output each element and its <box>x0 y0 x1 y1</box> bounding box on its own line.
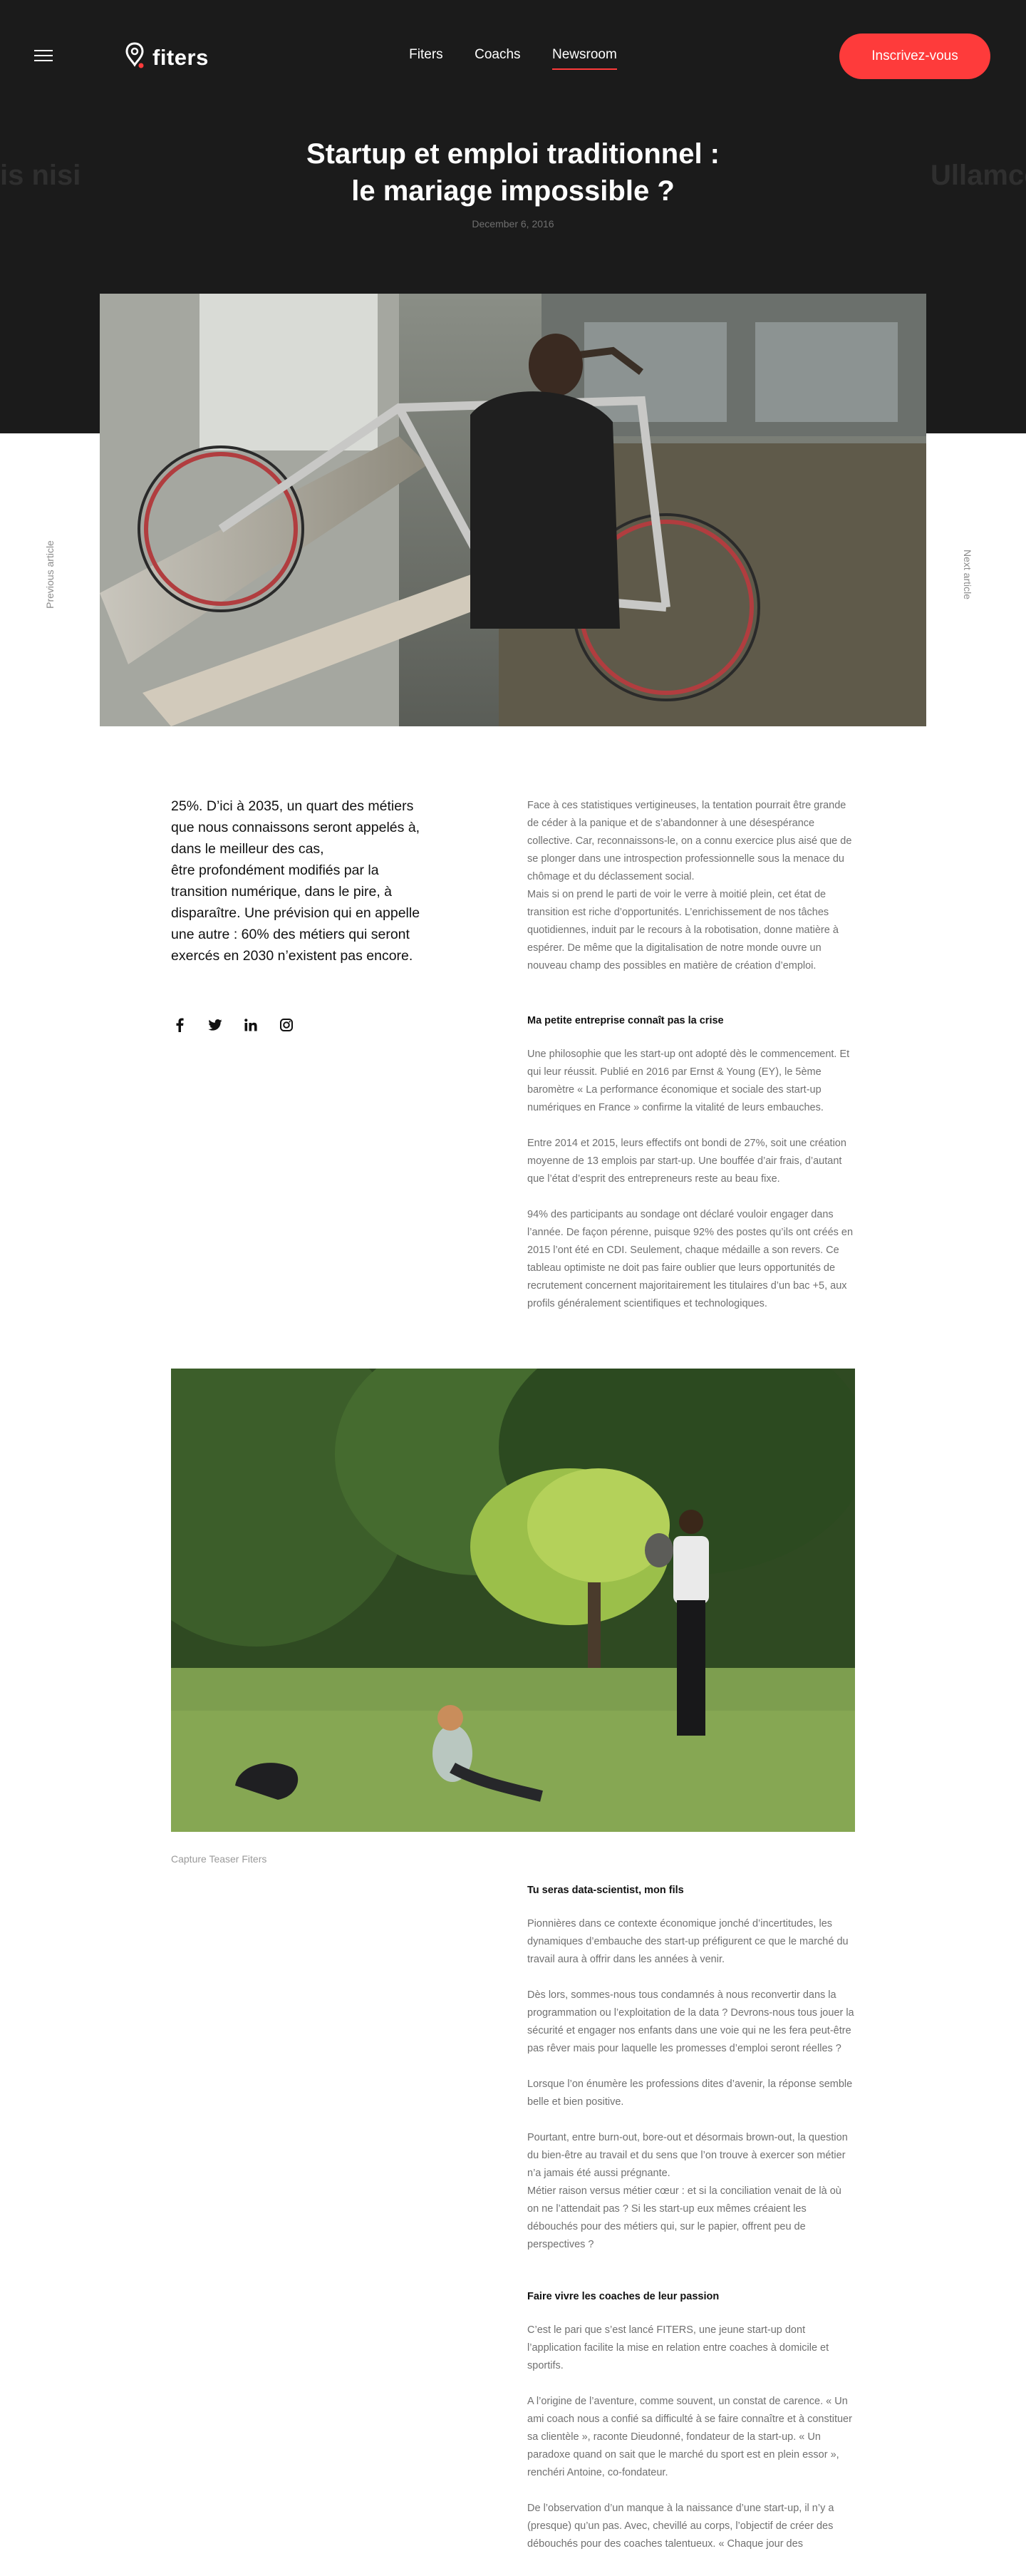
paragraph: C’est le pari que s’est lancé FITERS, un… <box>527 2324 829 2371</box>
paragraph: Face à ces statistiques vertigineuses, l… <box>527 800 852 882</box>
twitter-icon[interactable] <box>207 1016 224 1034</box>
image-caption: Capture Teaser Fiters <box>171 1853 267 1865</box>
lead-line: une autre : 60% des métiers qui seront <box>171 927 410 942</box>
nav-item-fiters[interactable]: Fiters <box>409 47 443 68</box>
paragraph: A l’origine de l’aventure, comme souvent… <box>527 2396 852 2478</box>
paragraph: Entre 2014 et 2015, leurs effectifs ont … <box>527 1138 846 1185</box>
section-heading: Ma petite entreprise connaît pas la cris… <box>527 1015 724 1026</box>
linkedin-icon[interactable] <box>242 1016 259 1034</box>
lead-line: dans le meilleur des cas, <box>171 841 324 857</box>
next-article-link[interactable]: Next article <box>962 545 973 604</box>
lead-line: être profondément modifiés par la <box>171 862 379 878</box>
nav-item-coachs[interactable]: Coachs <box>475 47 520 68</box>
publish-date: December 6, 2016 <box>472 218 554 230</box>
paragraph: Une philosophie que les start-up ont ado… <box>527 1049 850 1113</box>
paragraph: De l’observation d’un manque à la naissa… <box>527 2503 834 2550</box>
instagram-icon[interactable] <box>278 1016 295 1034</box>
article-image <box>171 1369 855 1832</box>
lead-line: disparaître. Une prévision qui en appell… <box>171 905 420 921</box>
facebook-icon[interactable] <box>171 1016 188 1034</box>
article-section-2-3: Tu seras data-scientist, mon fils Pionni… <box>527 1882 855 2571</box>
paragraph: Pourtant, entre burn-out, bore-out et dé… <box>527 2132 848 2179</box>
paragraph: Mais si on prend le parti de voir le ver… <box>527 889 839 972</box>
paragraph: Pionnières dans ce contexte économique j… <box>527 1918 849 1965</box>
paragraph: 94% des participants au sondage ont décl… <box>527 1209 854 1309</box>
title-line-1: Startup et emploi traditionnel : <box>306 138 720 170</box>
lead-line: transition numérique, dans le pire, à <box>171 884 393 900</box>
paragraph: Métier raison versus métier cœur : et si… <box>527 2185 841 2250</box>
article-section-1: Ma petite entreprise connaît pas la cris… <box>527 1012 855 1331</box>
article-intro: Face à ces statistiques vertigineuses, l… <box>527 797 855 993</box>
lead-line: exercés en 2030 n’existent pas encore. <box>171 948 413 964</box>
signup-button[interactable]: Inscrivez-vous <box>839 34 990 79</box>
page-title: Startup et emploi traditionnel : le mari… <box>0 135 1026 210</box>
title-line-2: le mariage impossible ? <box>351 175 675 207</box>
lead-line: 25%. D’ici à 2035, un quart des métiers <box>171 798 414 814</box>
nav-item-newsroom[interactable]: Newsroom <box>552 47 617 70</box>
paragraph: Dès lors, sommes-nous tous condamnés à n… <box>527 1989 854 2054</box>
previous-article-link[interactable]: Previous article <box>44 540 56 609</box>
section-heading: Tu seras data-scientist, mon fils <box>527 1885 684 1896</box>
paragraph: Lorsque l’on énumère les professions dit… <box>527 2078 853 2108</box>
lead-line: que nous connaissons seront appelés à, <box>171 820 420 835</box>
section-heading: Faire vivre les coaches de leur passion <box>527 2291 720 2302</box>
lead-paragraph: 25%. D’ici à 2035, un quart des métiers … <box>171 795 435 967</box>
social-share <box>171 1016 295 1034</box>
hero-image <box>100 294 926 726</box>
